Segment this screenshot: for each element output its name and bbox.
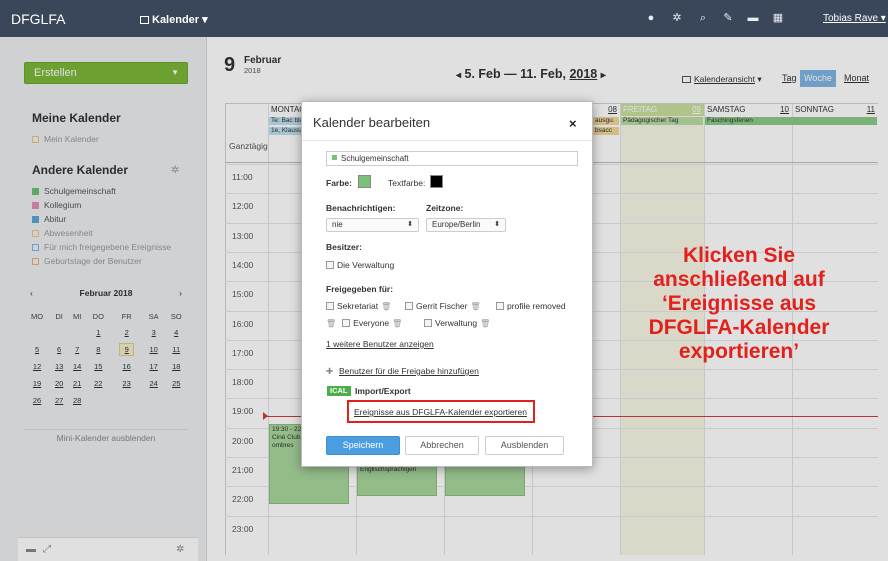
owner-label: Besitzer: [326,242,362,252]
owner-name: Die Verwaltung [337,260,395,270]
brand-logo[interactable]: DFGLFA [11,11,65,27]
text-color-picker[interactable] [430,175,443,188]
trash-icon[interactable]: 🗑 [470,302,480,311]
app-menu-kalender[interactable]: Kalender ▾ [140,13,208,26]
shared-user-name: Everyone [353,318,390,328]
user-menu[interactable]: Tobias Rave ▾ [823,13,886,24]
search-icon[interactable]: ⌕ [695,11,711,25]
gear-icon[interactable]: ✲ [669,11,685,25]
shared-user-item: Gerrit Fischer 🗑 [405,301,481,311]
calendar-name-input[interactable]: Schulgemeinschaft [326,151,578,166]
annotation-line: exportieren’ [678,340,800,363]
ical-badge: ICAL [327,386,351,396]
trash-icon[interactable]: 🗑 [381,302,391,311]
dialog-divider [302,140,592,141]
user-avatar-icon [405,302,413,310]
notify-select[interactable]: nie ⬍ [326,218,419,232]
color-picker[interactable] [358,175,371,188]
annotation-line: DFGLFA-Kalender [648,316,830,339]
shared-user-name: Sekretariat [337,301,379,311]
text-color-label: Textfarbe: [388,178,426,188]
app-menu-label: Kalender [152,14,200,26]
timezone-select[interactable]: Europe/Berlin ⬍ [426,218,506,232]
shared-user-name: Gerrit Fischer [416,301,468,311]
shared-user-item: profile removed [496,301,566,311]
user-avatar-icon [342,319,351,327]
close-icon[interactable]: × [569,116,577,131]
chevron-updown-icon: ⬍ [494,221,500,228]
shared-user-name: Verwaltung [435,318,478,328]
top-navbar: DFGLFA Kalender ▾ ● ✲ ⌕ ✎ ▬ ▦ Tobias Rav… [0,0,888,37]
annotation-line: anschließend auf [653,268,825,291]
shared-user-item: Sekretariat 🗑 [326,301,391,311]
chevron-updown-icon: ⬍ [407,221,413,228]
add-share-link[interactable]: Benutzer für die Freigabe hinzufügen [339,366,479,376]
instruction-annotation: Klicken Sie anschließend auf ‘Ereignisse… [626,244,852,364]
user-avatar-icon [326,261,334,269]
trash-icon[interactable]: 🗑 [326,319,336,328]
user-avatar-icon [496,302,504,310]
notify-label: Benachrichtigen: [326,203,396,213]
plus-icon: ✚ [326,366,334,376]
shared-label: Freigegeben für: [326,284,394,294]
annotation-line: Klicken Sie [682,244,796,267]
calendar-name-value: Schulgemeinschaft [341,154,409,163]
annotation-line: ‘Ereignisse aus [661,292,817,315]
export-events-link[interactable]: Ereignisse aus DFGLFA-Kalender exportier… [354,407,527,417]
import-export-label: Import/Export [355,386,411,396]
shared-user-name: profile removed [507,301,566,311]
trash-icon[interactable]: 🗑 [480,319,490,328]
user-avatar-icon [424,319,432,327]
shared-user-item: Verwaltung 🗑 [424,318,490,328]
user-avatar-icon [326,302,334,310]
notify-value: nie [332,220,343,229]
save-button[interactable]: Speichern [326,436,400,455]
shared-user-item: 🗑 Everyone 🗑 [326,318,402,328]
calendar-icon[interactable]: ▦ [770,11,786,25]
feather-icon[interactable]: ✎ [720,11,736,25]
trash-icon[interactable]: 🗑 [392,319,402,328]
calendar-icon [140,16,149,24]
dollar-circle-icon[interactable]: ● [643,11,659,25]
user-name: Tobias Rave [823,13,879,24]
owner-item: Die Verwaltung [326,260,394,270]
calendar-color-dot [332,155,337,160]
timezone-label: Zeitzone: [426,203,464,213]
edit-calendar-dialog: Kalender bearbeiten × Schulgemeinschaft … [301,101,593,467]
dialog-title: Kalender bearbeiten [313,115,431,130]
cancel-button[interactable]: Abbrechen [405,436,479,455]
timezone-value: Europe/Berlin [432,220,481,229]
show-more-users-link[interactable]: 1 weitere Benutzer anzeigen [326,339,434,349]
hide-button[interactable]: Ausblenden [485,436,564,455]
chat-icon[interactable]: ▬ [745,11,761,25]
color-label: Farbe: [326,178,352,188]
